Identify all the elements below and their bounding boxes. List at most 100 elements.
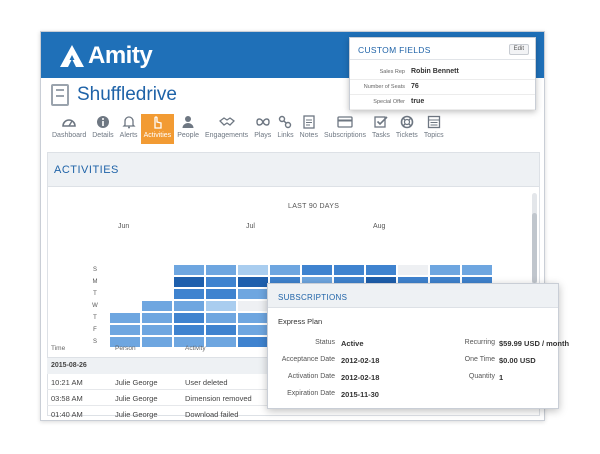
custom-field-value: true	[411, 98, 425, 105]
cell-activity: Dimension removed	[185, 394, 252, 403]
heatmap-cell[interactable]	[238, 325, 268, 335]
subscription-label: Status	[315, 339, 335, 346]
heatmap-cell[interactable]	[174, 301, 204, 311]
heatmap-cell[interactable]	[366, 265, 396, 275]
tab-people[interactable]: People	[174, 114, 202, 144]
heatmap-cell[interactable]	[174, 313, 204, 323]
handshake-icon	[218, 114, 235, 130]
heatmap-cell[interactable]	[206, 325, 236, 335]
cell-time: 03:58 AM	[51, 394, 83, 403]
tab-label: Dashboard	[52, 132, 87, 139]
tab-plays[interactable]: Plays	[251, 114, 274, 144]
tab-dashboard[interactable]: Dashboard	[49, 114, 89, 144]
heatmap-cell[interactable]	[206, 277, 236, 287]
day-label: S	[92, 267, 97, 273]
custom-field-row: Special Offer true	[350, 95, 535, 110]
heatmap-cell[interactable]	[238, 277, 268, 287]
heatmap-cell[interactable]	[238, 265, 268, 275]
tab-label: People	[177, 132, 199, 139]
heatmap-cell[interactable]	[238, 301, 268, 311]
account-header: Shuffledrive	[51, 84, 177, 106]
heatmap-cell[interactable]	[462, 265, 492, 275]
column-time[interactable]: Time	[51, 345, 65, 352]
tab-topics[interactable]: Topics	[421, 114, 447, 144]
subscription-value: 2015-11-30	[341, 390, 379, 399]
heatmap-cell[interactable]	[142, 301, 172, 311]
cell-time: 10:21 AM	[51, 378, 83, 387]
link-icon	[277, 114, 293, 130]
amity-logo-icon	[60, 45, 84, 67]
tab-activities[interactable]: Activities	[140, 114, 175, 144]
tab-label: Links	[277, 132, 294, 139]
building-icon	[51, 84, 69, 106]
tab-tasks[interactable]: Tasks	[369, 114, 393, 144]
info-icon	[95, 114, 111, 130]
tab-notes[interactable]: Notes	[297, 114, 321, 144]
heatmap-cell[interactable]	[142, 325, 172, 335]
custom-fields-header: CUSTOM FIELDS Edit	[350, 38, 535, 60]
heatmap-cell[interactable]	[110, 325, 140, 335]
heatmap-cell[interactable]	[270, 265, 300, 275]
tab-label: Notes	[299, 132, 318, 139]
lifebuoy-icon	[399, 114, 415, 130]
subscription-value: 2012-02-18	[341, 356, 380, 365]
cell-time: 01:40 AM	[51, 410, 83, 419]
subscriptions-title: SUBSCRIPTIONS	[278, 293, 348, 302]
person-icon	[180, 114, 196, 130]
tab-label: Topics	[423, 132, 444, 139]
custom-field-row: Sales Rep Robin Bennett	[350, 65, 535, 80]
heatmap-cell[interactable]	[302, 265, 332, 275]
heatmap-cell[interactable]	[174, 277, 204, 287]
heatmap-cell[interactable]	[142, 313, 172, 323]
heatmap-cell[interactable]	[174, 265, 204, 275]
heatmap-cell[interactable]	[206, 289, 236, 299]
date-group-label: 2015-08-26	[51, 362, 87, 369]
tab-tickets[interactable]: Tickets	[393, 114, 421, 144]
column-activity[interactable]: Activity	[185, 345, 206, 352]
tab-label: Engagements	[204, 132, 249, 139]
heatmap-cell[interactable]	[398, 265, 428, 275]
heatmap-cell[interactable]	[206, 313, 236, 323]
custom-fields-popup: CUSTOM FIELDS Edit Sales Rep Robin Bennet…	[349, 37, 536, 110]
bell-icon	[121, 114, 137, 130]
heatmap-cell[interactable]	[238, 313, 268, 323]
column-person[interactable]: Person	[115, 345, 136, 352]
heatmap-cell[interactable]	[238, 289, 268, 299]
heatmap-cell[interactable]	[174, 325, 204, 335]
custom-field-label: Sales Rep	[379, 69, 405, 75]
cell-person: Julie George	[115, 378, 158, 387]
heatmap-cell[interactable]	[430, 265, 460, 275]
custom-field-label: Special Offer	[373, 99, 405, 105]
heatmap-cell[interactable]	[334, 265, 364, 275]
tab-engagements[interactable]: Engagements	[202, 114, 251, 144]
tab-alerts[interactable]: Alerts	[117, 114, 141, 144]
tab-links[interactable]: Links	[274, 114, 296, 144]
tab-label: Tickets	[395, 132, 418, 139]
scrollbar-thumb[interactable]	[532, 213, 537, 283]
tab-label: Tasks	[371, 132, 390, 139]
amity-logo[interactable]: Amity	[59, 42, 153, 70]
heatmap-cell[interactable]	[206, 301, 236, 311]
hand-pointer-icon	[149, 114, 165, 130]
tab-details[interactable]: Details	[89, 114, 116, 144]
topics-icon	[426, 114, 442, 130]
subscriptions-header: SUBSCRIPTIONS	[268, 284, 558, 308]
heatmap-title: LAST 90 DAYS	[288, 203, 340, 210]
custom-fields-title: CUSTOM FIELDS	[358, 45, 431, 55]
subscription-label: One Time	[464, 356, 495, 363]
day-label: W	[92, 303, 98, 309]
heatmap-cell[interactable]	[174, 289, 204, 299]
subscription-value: 1	[499, 373, 504, 382]
cell-person: Julie George	[115, 410, 158, 419]
subscription-label: Quantity	[468, 373, 495, 380]
custom-field-row: Number of Seats 76	[350, 80, 535, 95]
tab-subscriptions[interactable]: Subscriptions	[321, 114, 369, 144]
custom-field-label: Number of Seats	[363, 84, 405, 90]
edit-button[interactable]: Edit	[508, 44, 529, 55]
subscription-value: $59.99 USD / month	[499, 339, 570, 348]
subscription-value: Active	[341, 339, 364, 348]
month-label: Jul	[246, 223, 255, 230]
heatmap-cell[interactable]	[110, 313, 140, 323]
heatmap-cell[interactable]	[206, 265, 236, 275]
tab-label: Subscriptions	[323, 132, 366, 139]
